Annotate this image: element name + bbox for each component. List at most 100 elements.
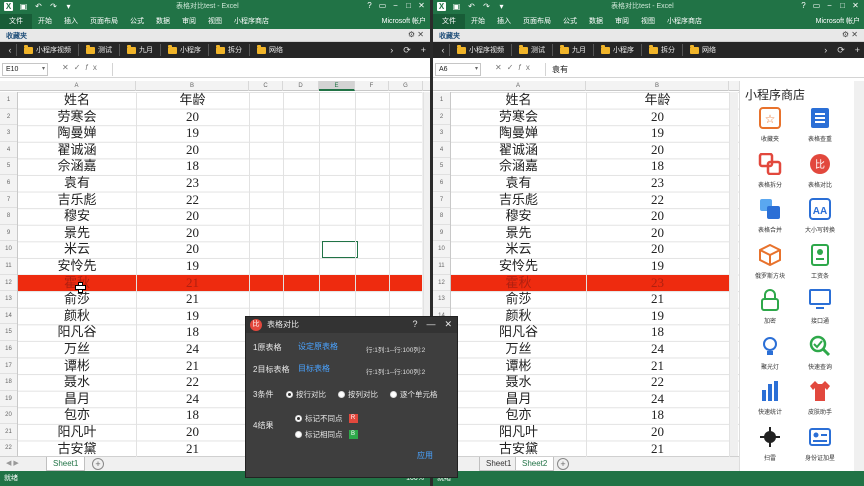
name-cell[interactable]: 霍秋	[451, 275, 586, 292]
name-cell[interactable]: 聂水	[451, 374, 586, 391]
age-cell[interactable]: 19	[136, 258, 249, 275]
age-cell[interactable]: 18	[136, 324, 249, 341]
tab-view[interactable]: 视图	[202, 14, 228, 29]
name-cell[interactable]: 安怜先	[451, 258, 586, 275]
tool-monitor[interactable]: 接口通	[794, 289, 846, 325]
age-cell[interactable]: 18	[136, 158, 249, 175]
name-cell[interactable]: 翟诚涵	[18, 142, 136, 159]
tab-page-layout[interactable]: 页面布局	[84, 14, 124, 29]
column-header-f[interactable]: F	[355, 81, 389, 91]
formula-input[interactable]	[112, 63, 430, 76]
age-cell[interactable]: 20	[586, 208, 729, 225]
add-icon[interactable]: +	[421, 45, 426, 56]
age-cell[interactable]: 21	[136, 275, 249, 292]
name-cell[interactable]: 劳寒会	[451, 109, 586, 126]
name-cell[interactable]: 吉乐彪	[451, 192, 586, 209]
favorite-item[interactable]: 拆分	[641, 44, 682, 56]
age-cell[interactable]: 20	[136, 109, 249, 126]
chevron-down-icon[interactable]: ▾	[475, 64, 478, 75]
radio-mark-different[interactable]: 标记不同点 R	[295, 413, 358, 424]
age-cell[interactable]: 18	[586, 158, 729, 175]
age-cell[interactable]: 20	[586, 241, 729, 258]
tab-formulas[interactable]: 公式	[557, 14, 583, 29]
name-cell[interactable]: 阳凡谷	[451, 324, 586, 341]
name-cell[interactable]: 吉乐彪	[18, 192, 136, 209]
name-cell[interactable]: 米云	[18, 241, 136, 258]
formula-buttons-icon[interactable]: ✕✓𝑓x	[495, 63, 535, 73]
tab-home[interactable]: 开始	[32, 14, 58, 29]
column-header-b[interactable]: B	[136, 81, 249, 91]
row-header[interactable]: 6	[0, 175, 17, 192]
name-cell[interactable]: 万丝	[18, 341, 136, 358]
tool-cube[interactable]: 俄罗斯方块	[744, 243, 796, 280]
row-header[interactable]: 3	[433, 125, 450, 142]
undo-icon[interactable]: ↶	[34, 2, 43, 11]
name-box[interactable]: A6 ▾	[435, 63, 481, 76]
age-cell[interactable]: 22	[586, 374, 729, 391]
settings-icon[interactable]: ⚙ ✕	[408, 30, 424, 39]
favorite-item[interactable]: 小程序视频	[449, 44, 511, 56]
redo-icon[interactable]: ↷	[482, 2, 491, 11]
radio-by-column[interactable]: 按列对比	[338, 389, 378, 400]
set-target-link[interactable]: 目标表格	[298, 363, 330, 374]
name-cell[interactable]: 佘涵嘉	[18, 158, 136, 175]
name-cell[interactable]: 佘涵嘉	[451, 158, 586, 175]
row-header[interactable]: 16	[0, 341, 17, 358]
row-header[interactable]: 1	[433, 92, 450, 109]
tool-id-card[interactable]: 身份证加星	[794, 426, 846, 462]
name-cell[interactable]: 颜秋	[451, 308, 586, 325]
row-header[interactable]: 8	[433, 208, 450, 225]
age-cell[interactable]: 18	[586, 324, 729, 341]
row-header[interactable]: 21	[0, 424, 17, 441]
row-header[interactable]: 4	[0, 142, 17, 159]
minimize-icon[interactable]: −	[389, 0, 402, 12]
name-cell[interactable]: 景先	[451, 225, 586, 242]
radio-mark-same[interactable]: 标记相同点 B	[295, 429, 358, 440]
column-header-c[interactable]: C	[249, 81, 283, 91]
add-sheet-icon[interactable]: +	[92, 458, 104, 470]
vertical-scrollbar[interactable]	[730, 92, 738, 456]
column-header-g[interactable]: G	[389, 81, 423, 91]
tab-data[interactable]: 数据	[583, 14, 609, 29]
tab-app-store[interactable]: 小程序商店	[661, 14, 708, 29]
name-cell[interactable]: 昌月	[451, 391, 586, 408]
radio-by-row[interactable]: 按行对比	[286, 389, 326, 400]
tab-insert[interactable]: 插入	[58, 14, 84, 29]
name-cell[interactable]: 谭彬	[451, 358, 586, 375]
age-cell[interactable]: 23	[586, 275, 729, 292]
age-cell[interactable]: 20	[136, 225, 249, 242]
column-header-e[interactable]: E	[319, 81, 355, 91]
age-cell[interactable]: 年龄	[136, 92, 249, 109]
undo-icon[interactable]: ↶	[467, 2, 476, 11]
age-cell[interactable]: 18	[136, 407, 249, 424]
sheet-tab[interactable]: Sheet1	[479, 457, 519, 471]
account-name[interactable]: Microsoft 帐户	[382, 14, 426, 29]
tool-split[interactable]: 表格拆分	[744, 152, 796, 189]
chevron-right-icon[interactable]: ›	[390, 45, 393, 56]
name-cell[interactable]: 翟诚涵	[451, 142, 586, 159]
minimize-icon[interactable]: —	[426, 319, 435, 330]
age-cell[interactable]: 20	[586, 109, 729, 126]
row-header[interactable]: 1	[0, 92, 17, 109]
name-box[interactable]: E10 ▾	[2, 63, 48, 76]
tool-payslip[interactable]: 工资条	[794, 243, 846, 280]
row-header[interactable]: 3	[0, 125, 17, 142]
favorite-item[interactable]: 九月	[552, 44, 593, 56]
tool-list[interactable]: 表格查重	[794, 107, 846, 143]
tool-case[interactable]: AA 大小写转换	[794, 198, 846, 234]
tab-data[interactable]: 数据	[150, 14, 176, 29]
redo-icon[interactable]: ↷	[49, 2, 58, 11]
add-sheet-icon[interactable]: +	[557, 458, 569, 470]
row-header[interactable]: 12	[433, 275, 450, 292]
apply-button[interactable]: 应用	[417, 450, 433, 461]
age-cell[interactable]: 24	[586, 341, 729, 358]
row-header[interactable]: 2	[433, 109, 450, 126]
green-badge-icon[interactable]: B	[348, 430, 358, 439]
sheet-nav-icon[interactable]: ◀ ▶	[6, 459, 19, 467]
tab-review[interactable]: 审阅	[609, 14, 635, 29]
name-cell[interactable]: 包亦	[18, 407, 136, 424]
tab-page-layout[interactable]: 页面布局	[517, 14, 557, 29]
row-header[interactable]: 6	[433, 175, 450, 192]
close-icon[interactable]: ✕	[849, 0, 862, 12]
chevron-down-icon[interactable]: ▾	[42, 64, 45, 75]
